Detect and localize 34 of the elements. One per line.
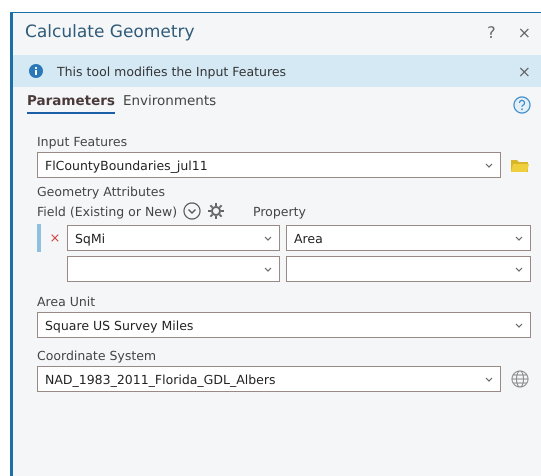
coordinate-system-dropdown[interactable]: NAD_1983_2011_Florida_GDL_Albers — [37, 366, 501, 392]
globe-icon[interactable] — [511, 370, 529, 388]
caret-icon — [264, 266, 272, 272]
caret-icon — [515, 266, 523, 272]
settings-icon[interactable] — [207, 202, 226, 220]
section-label: Geometry Attributes — [37, 184, 166, 199]
input-features-dropdown[interactable]: FlCountyBoundaries_jul11 — [37, 152, 501, 178]
field-label: Coordinate System — [37, 348, 158, 363]
column-header: Property — [253, 204, 306, 218]
close-button[interactable]: × — [518, 22, 531, 42]
close-button[interactable]: × — [518, 62, 531, 80]
window-title: Calculate Geometry — [25, 22, 196, 42]
field-label: Input Features — [37, 134, 128, 149]
folder-icon[interactable] — [510, 158, 530, 172]
area-unit-dropdown[interactable]: Square US Survey Miles — [37, 312, 531, 338]
tab[interactable]: Parameters — [27, 93, 115, 114]
caret-icon — [515, 236, 523, 240]
tab[interactable]: Environments — [122, 93, 216, 114]
caret-icon — [485, 162, 493, 168]
caret-icon — [485, 376, 493, 382]
info-message: This tool modifies the Input Features — [57, 64, 288, 78]
info-icon — [29, 64, 43, 78]
remove-icon[interactable]: × — [49, 230, 61, 246]
help-button[interactable]: ? — [487, 22, 496, 42]
help-icon[interactable] — [513, 96, 531, 114]
caret-icon — [264, 236, 272, 240]
property-dropdown[interactable]: Area — [286, 225, 531, 251]
field-label: Area Unit — [37, 294, 96, 309]
field-dropdown[interactable] — [67, 256, 280, 282]
caret-icon — [515, 322, 523, 328]
column-header: Field (Existing or New) — [37, 204, 178, 218]
expand-icon[interactable] — [183, 202, 202, 220]
property-dropdown[interactable] — [286, 256, 531, 282]
field-dropdown[interactable]: SqMi — [67, 225, 280, 251]
